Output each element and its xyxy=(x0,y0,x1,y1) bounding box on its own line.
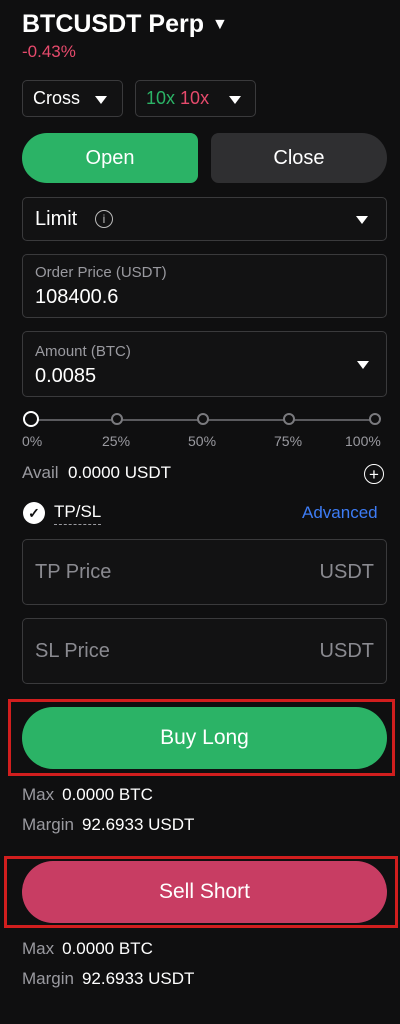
slider-label-100: 100% xyxy=(345,433,381,449)
amount-value: 0.0085 xyxy=(35,365,97,387)
tpsl-checkbox[interactable]: ✓ xyxy=(23,502,45,524)
leverage-select[interactable]: 10x 10x xyxy=(135,80,256,117)
sell-max-value: 0.0000 BTC xyxy=(62,939,153,958)
buy-margin-label: Margin xyxy=(22,815,74,834)
tp-price-placeholder: TP Price xyxy=(35,561,112,583)
contract-type: Perp xyxy=(148,10,204,38)
price-change: -0.43% xyxy=(22,42,76,61)
tp-unit: USDT xyxy=(319,561,374,583)
sell-margin-info: Margin 92.6933 USDT xyxy=(22,969,194,989)
margin-mode-value: Cross xyxy=(33,88,81,108)
order-type-select[interactable]: Limit i xyxy=(22,197,387,241)
order-price-value: 108400.6 xyxy=(35,286,119,308)
slider-mark-25[interactable] xyxy=(111,413,123,425)
tab-open[interactable]: Open xyxy=(22,133,198,183)
leverage-long: 10x xyxy=(146,88,176,108)
buy-max-value: 0.0000 BTC xyxy=(62,785,153,804)
buy-margin-value: 92.6933 USDT xyxy=(81,815,195,834)
margin-mode-select[interactable]: Cross xyxy=(22,80,123,117)
slider-label-25: 25% xyxy=(102,433,131,449)
slider-mark-50[interactable] xyxy=(197,413,209,425)
leverage-short: 10x xyxy=(180,88,210,108)
slider-label-50: 50% xyxy=(188,433,217,449)
info-icon[interactable]: i xyxy=(95,210,113,228)
tab-close[interactable]: Close xyxy=(211,133,387,183)
sell-margin-value: 92.6933 USDT xyxy=(81,969,195,988)
chevron-down-icon xyxy=(356,216,368,224)
chevron-down-icon xyxy=(95,96,107,104)
slider-handle[interactable] xyxy=(23,411,39,427)
tp-price-field[interactable]: TP Price USDT xyxy=(22,539,387,605)
advanced-link[interactable]: Advanced xyxy=(302,503,378,523)
buy-max-info: Max 0.0000 BTC xyxy=(22,785,153,805)
order-type-value: Limit xyxy=(35,208,78,230)
available-balance: Avail 0.0000 USDT xyxy=(22,463,171,483)
slider-mark-100[interactable] xyxy=(369,413,381,425)
pair-title[interactable]: BTCUSDT Perp ▼ xyxy=(22,10,228,39)
slider-label-75: 75% xyxy=(274,433,303,449)
chevron-down-icon: ▼ xyxy=(211,15,228,33)
tpsl-label: TP/SL xyxy=(54,502,102,525)
sell-margin-label: Margin xyxy=(22,969,74,988)
buy-long-button[interactable]: Buy Long xyxy=(22,707,387,769)
amount-field[interactable]: Amount (BTC) 0.0085 xyxy=(22,331,387,397)
pair-name: BTCUSDT xyxy=(22,10,142,38)
order-price-label: Order Price (USDT) xyxy=(35,264,167,281)
sl-unit: USDT xyxy=(319,640,374,662)
sl-price-field[interactable]: SL Price USDT xyxy=(22,618,387,684)
sl-price-placeholder: SL Price xyxy=(35,640,110,662)
buy-max-label: Max xyxy=(22,785,55,804)
available-label: Avail xyxy=(22,463,59,482)
sell-max-info: Max 0.0000 BTC xyxy=(22,939,153,959)
sell-short-button[interactable]: Sell Short xyxy=(22,861,387,923)
slider-label-0: 0% xyxy=(22,433,43,449)
sell-max-label: Max xyxy=(22,939,55,958)
unit-dropdown-icon[interactable] xyxy=(357,361,369,369)
amount-label: Amount (BTC) xyxy=(35,343,131,360)
available-value: 0.0000 USDT xyxy=(68,463,171,482)
add-funds-icon[interactable]: + xyxy=(364,464,384,484)
buy-margin-info: Margin 92.6933 USDT xyxy=(22,815,194,835)
order-price-field[interactable]: Order Price (USDT) 108400.6 xyxy=(22,254,387,318)
chevron-down-icon xyxy=(229,96,241,104)
slider-mark-75[interactable] xyxy=(283,413,295,425)
